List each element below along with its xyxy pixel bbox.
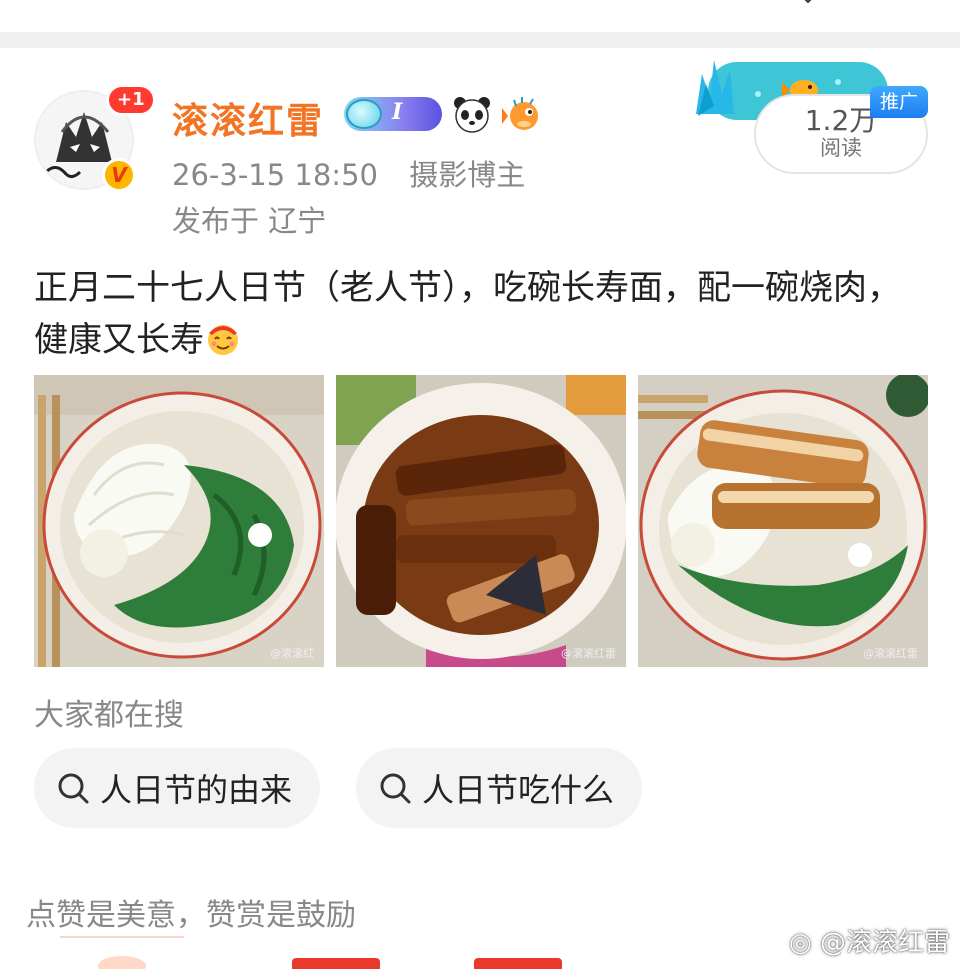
search-chip-origin[interactable]: 人日节的由来 [34,748,321,828]
post-body: 正月二十七人日节（老人节），吃碗长寿面，配一碗烧肉，健康又长寿 [34,268,901,360]
photo-watermark: @滚滚红雷 [863,647,918,660]
post-meta: 26-3-15 18:50 摄影博主 [172,152,525,194]
promo-tag[interactable]: 推广 [870,86,928,118]
follow-count-badge: +1 [106,84,156,116]
weibo-credit: ◎ @滚滚红雷 [789,922,950,959]
panda-icon[interactable] [452,94,492,134]
credit-text: @滚滚红雷 [819,928,950,958]
photo-noodles-pork[interactable]: @滚滚红雷 [638,375,928,667]
username[interactable]: 滚滚红雷 [172,92,324,144]
level-letter: I [392,99,403,125]
reward-prompt: 点赞是美意，赞赏是鼓励 [26,898,356,933]
search-icon [380,773,411,804]
post-text: 正月二十七人日节（老人节），吃碗长寿面，配一碗烧肉，健康又长寿 [34,262,934,366]
photo-noodles-spinach[interactable]: @滚滚红 [34,375,324,667]
weibo-logo-icon: ◎ [789,928,812,958]
post-card: +1 V 滚滚红雷 I 26-3-15 18:50 摄影博主 发布于 辽宁 1.… [0,48,960,969]
photo-watermark: @滚滚红雷 [561,647,616,660]
user-badges: I [344,94,542,134]
chevron-down-icon [804,0,812,4]
section-divider [0,32,960,48]
photo-braised-pork[interactable]: @滚滚红雷 [336,375,626,667]
pufferfish-icon[interactable] [502,94,542,134]
top-strip [0,0,960,32]
hot-search-title: 大家都在搜 [34,698,184,733]
search-chip-label: 人日节的由来 [100,771,293,809]
blessing-emoji-icon [204,319,242,357]
read-label: 阅读 [820,136,862,160]
post-time: 26-3-15 18:50 [172,158,378,192]
read-count-card: 1.2万 阅读 推广 [688,54,932,174]
verified-icon: V [102,158,136,192]
search-chip-label: 人日节吃什么 [422,771,615,809]
search-icon [58,773,89,804]
user-role: 摄影博主 [409,158,526,192]
search-chip-food[interactable]: 人日节吃什么 [356,748,643,828]
photo-grid: @滚滚红 @滚滚红雷 @滚滚红雷 [34,375,928,667]
brain-level-icon[interactable]: I [344,97,442,131]
post-location: 发布于 辽宁 [172,204,327,238]
photo-watermark: @滚滚红 [270,647,314,660]
avatar-wrap[interactable]: +1 V [34,84,156,196]
